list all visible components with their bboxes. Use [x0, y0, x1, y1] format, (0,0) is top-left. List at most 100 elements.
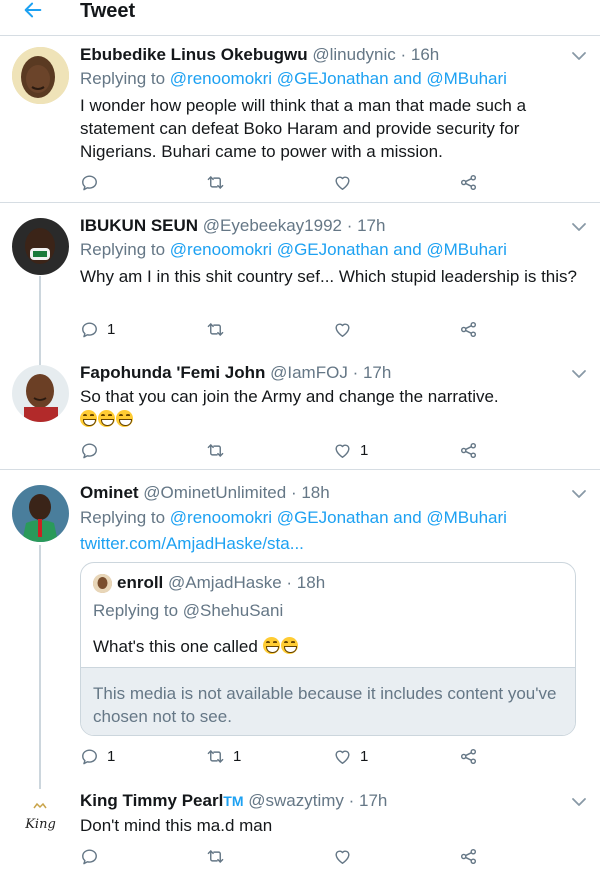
author-handle[interactable]: @swazytimy	[248, 791, 344, 810]
tweet-text: I wonder how people will think that a ma…	[80, 96, 527, 161]
replying-to-label: Replying to	[80, 240, 166, 259]
heart-icon	[333, 441, 352, 460]
like-button[interactable]: 1	[333, 746, 368, 766]
author-name[interactable]: IBUKUN SEUN	[80, 216, 198, 235]
share-icon	[459, 847, 478, 866]
avatar	[93, 574, 112, 593]
back-arrow-icon[interactable]	[22, 0, 54, 25]
tears-of-joy-emoji	[116, 410, 133, 427]
tweet-time: · 17h	[346, 216, 386, 235]
like-count: 1	[360, 747, 369, 765]
reply-icon	[80, 320, 99, 339]
tweet-actions	[80, 172, 480, 192]
like-button[interactable]	[333, 846, 360, 866]
author-name[interactable]: King Timmy Pearl	[80, 791, 223, 810]
share-button[interactable]	[459, 440, 478, 460]
chevron-down-icon[interactable]	[571, 796, 587, 808]
author-handle[interactable]: @Eyebeekay1992	[203, 216, 342, 235]
author-name[interactable]: Ebubedike Linus Okebugwu	[80, 45, 308, 64]
like-count: 1	[360, 441, 369, 459]
share-button[interactable]	[459, 172, 478, 192]
replying-to-mentions[interactable]: @renoomokri @GEJonathan and @MBuhari	[170, 69, 507, 88]
tweet-link[interactable]: twitter.com/AmjadHaske/sta...	[80, 533, 304, 555]
replying-to: Replying to @renoomokri @GEJonathan and …	[80, 239, 507, 261]
author-handle[interactable]: @OminetUnlimited	[143, 483, 286, 502]
tears-of-joy-emoji	[80, 410, 97, 427]
share-button[interactable]	[459, 746, 478, 766]
retweet-icon	[206, 747, 225, 766]
replying-to-label: Replying to	[80, 69, 166, 88]
avatar[interactable]: King	[12, 792, 69, 849]
retweet-button[interactable]	[206, 440, 233, 460]
reply-button[interactable]: 1	[80, 319, 115, 339]
quoted-author-name: enroll	[117, 573, 164, 592]
retweet-button[interactable]	[206, 172, 233, 192]
retweet-button[interactable]	[206, 846, 233, 866]
avatar-text: King	[24, 817, 56, 832]
tweet-actions: 1	[80, 319, 480, 339]
replying-to: Replying to @renoomokri @GEJonathan and …	[80, 68, 507, 90]
replying-to: Replying to @renoomokri @GEJonathan and …	[80, 507, 507, 529]
reply-icon	[80, 173, 99, 192]
thread-line	[39, 276, 41, 368]
quoted-tweet[interactable]: enroll @AmjadHaske · 18h Replying to @Sh…	[80, 562, 576, 736]
author-name[interactable]: Fapohunda 'Femi John	[80, 363, 265, 382]
reply-button[interactable]	[80, 846, 107, 866]
quoted-text: What's this one called	[93, 637, 258, 656]
retweet-button[interactable]: 1	[206, 746, 241, 766]
reply-icon	[80, 441, 99, 460]
chevron-down-icon[interactable]	[571, 50, 587, 62]
chevron-down-icon[interactable]	[571, 368, 587, 380]
tweet-time: · 17h	[348, 791, 388, 810]
media-unavailable-notice: This media is not available because it i…	[81, 667, 575, 735]
quoted-author-line: enroll @AmjadHaske · 18h	[117, 572, 325, 594]
like-button[interactable]	[333, 319, 360, 339]
heart-icon	[333, 847, 352, 866]
divider	[0, 469, 600, 470]
chevron-down-icon[interactable]	[571, 488, 587, 500]
avatar[interactable]	[12, 485, 69, 542]
replying-to-mentions[interactable]: @renoomokri @GEJonathan and @MBuhari	[170, 508, 507, 527]
reply-button[interactable]: 1	[80, 746, 115, 766]
retweet-count: 1	[233, 747, 242, 765]
replying-to-label: Replying to	[80, 508, 166, 527]
like-button[interactable]	[333, 172, 360, 192]
retweet-icon	[206, 173, 225, 192]
chevron-down-icon[interactable]	[571, 221, 587, 233]
heart-icon	[333, 320, 352, 339]
tweet-text: So that you can join the Army and change…	[80, 387, 499, 406]
tweet-author-line: Ebubedike Linus Okebugwu @linudynic · 16…	[80, 44, 439, 66]
avatar[interactable]	[12, 365, 69, 422]
reply-count: 1	[107, 747, 116, 765]
tweet-actions: 1 1 1	[80, 746, 480, 766]
tears-of-joy-emoji	[280, 637, 298, 654]
retweet-icon	[206, 441, 225, 460]
author-handle[interactable]: @linudynic	[312, 45, 395, 64]
reply-icon	[80, 847, 99, 866]
reply-button[interactable]	[80, 172, 107, 192]
share-button[interactable]	[459, 846, 478, 866]
retweet-button[interactable]	[206, 319, 233, 339]
avatar[interactable]	[12, 47, 69, 104]
tears-of-joy-emoji	[262, 637, 280, 654]
reply-button[interactable]	[80, 440, 107, 460]
quoted-tweet-text: What's this one called	[93, 636, 299, 658]
retweet-icon	[206, 320, 225, 339]
top-bar: Tweet	[0, 0, 600, 36]
heart-icon	[333, 173, 352, 192]
author-handle[interactable]: @IamFOJ	[270, 363, 348, 382]
page-title: Tweet	[80, 0, 136, 22]
reply-count: 1	[107, 320, 116, 338]
author-name[interactable]: Ominet	[80, 483, 139, 502]
replying-to-mentions: @ShehuSani	[182, 601, 284, 620]
tweet-author-line: Fapohunda 'Femi John @IamFOJ · 17h	[80, 362, 391, 384]
share-icon	[459, 320, 478, 339]
avatar[interactable]	[12, 218, 69, 275]
share-button[interactable]	[459, 319, 478, 339]
quoted-tweet-time: · 18h	[286, 573, 326, 592]
like-button[interactable]: 1	[333, 440, 368, 460]
share-icon	[459, 173, 478, 192]
tweet-actions: 1	[80, 440, 480, 460]
replying-to-label: Replying to	[93, 601, 179, 620]
replying-to-mentions[interactable]: @renoomokri @GEJonathan and @MBuhari	[170, 240, 507, 259]
